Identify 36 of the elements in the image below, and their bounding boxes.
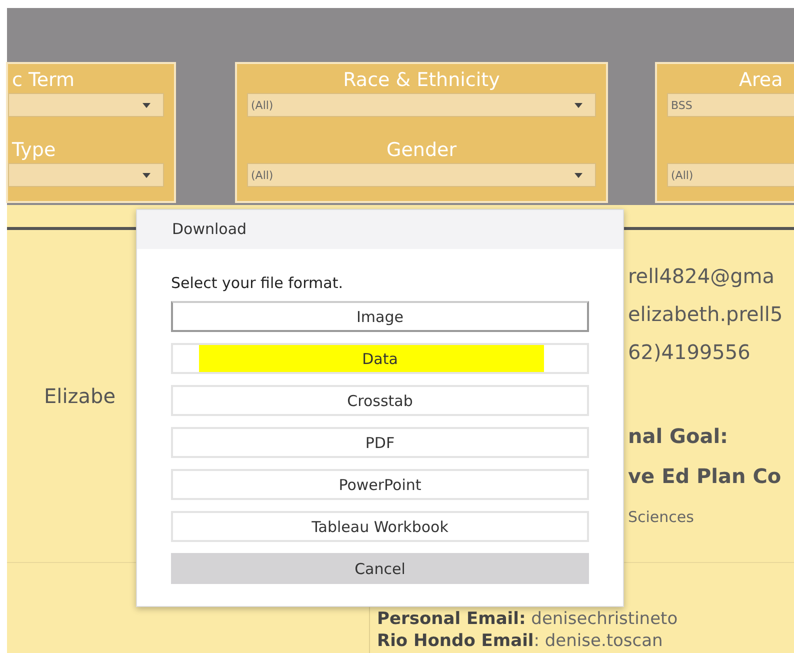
goal-label: nal Goal: xyxy=(628,424,730,450)
dropdown-value: (All) xyxy=(671,168,694,182)
format-button[interactable]: PowerPoint xyxy=(171,469,589,500)
cancel-button[interactable]: Cancel xyxy=(171,553,589,584)
prompt-text: Select your file format. xyxy=(171,274,344,292)
dropdown[interactable] xyxy=(8,163,164,187)
caret-icon xyxy=(142,102,151,108)
dropdown-value: (All) xyxy=(251,98,274,112)
caret-icon xyxy=(574,102,583,108)
dropdown-value: BSS xyxy=(671,98,692,112)
contact-text: Rio Hondo Email: denise.toscan xyxy=(377,631,664,653)
format-button[interactable]: Data xyxy=(171,343,589,374)
goal-value: ve Ed Plan Co xyxy=(628,464,782,490)
contact-text: Personal Email: denisechristineto xyxy=(377,609,679,631)
format-button[interactable]: Tableau Workbook xyxy=(171,511,589,542)
dropdown[interactable]: (All) xyxy=(247,163,596,187)
caret-icon xyxy=(142,172,151,178)
format-button[interactable]: Crosstab xyxy=(171,385,589,416)
dropdown[interactable]: (All) xyxy=(667,163,794,187)
dropdown[interactable]: BSS xyxy=(667,93,794,117)
dialog-title: Download xyxy=(137,210,623,249)
format-button[interactable]: Image xyxy=(171,301,589,332)
filter-title: Race & Ethnicity xyxy=(342,68,501,93)
contact-text: elizabeth.prell5 xyxy=(628,302,784,328)
filter-title: Gender xyxy=(385,138,458,163)
filter-title: Area xyxy=(738,68,784,93)
contact-text: 62)4199556 xyxy=(628,340,752,366)
filter-title: Type xyxy=(11,138,57,163)
caret-icon xyxy=(574,172,583,178)
contact-text: rell4824@gma xyxy=(628,264,776,290)
filter-title: c Term xyxy=(11,68,76,93)
dropdown-value: (All) xyxy=(251,168,274,182)
area-text: Sciences xyxy=(628,508,695,526)
dropdown[interactable] xyxy=(8,93,164,117)
format-button[interactable]: PDF xyxy=(171,427,589,458)
dropdown[interactable]: (All) xyxy=(247,93,596,117)
